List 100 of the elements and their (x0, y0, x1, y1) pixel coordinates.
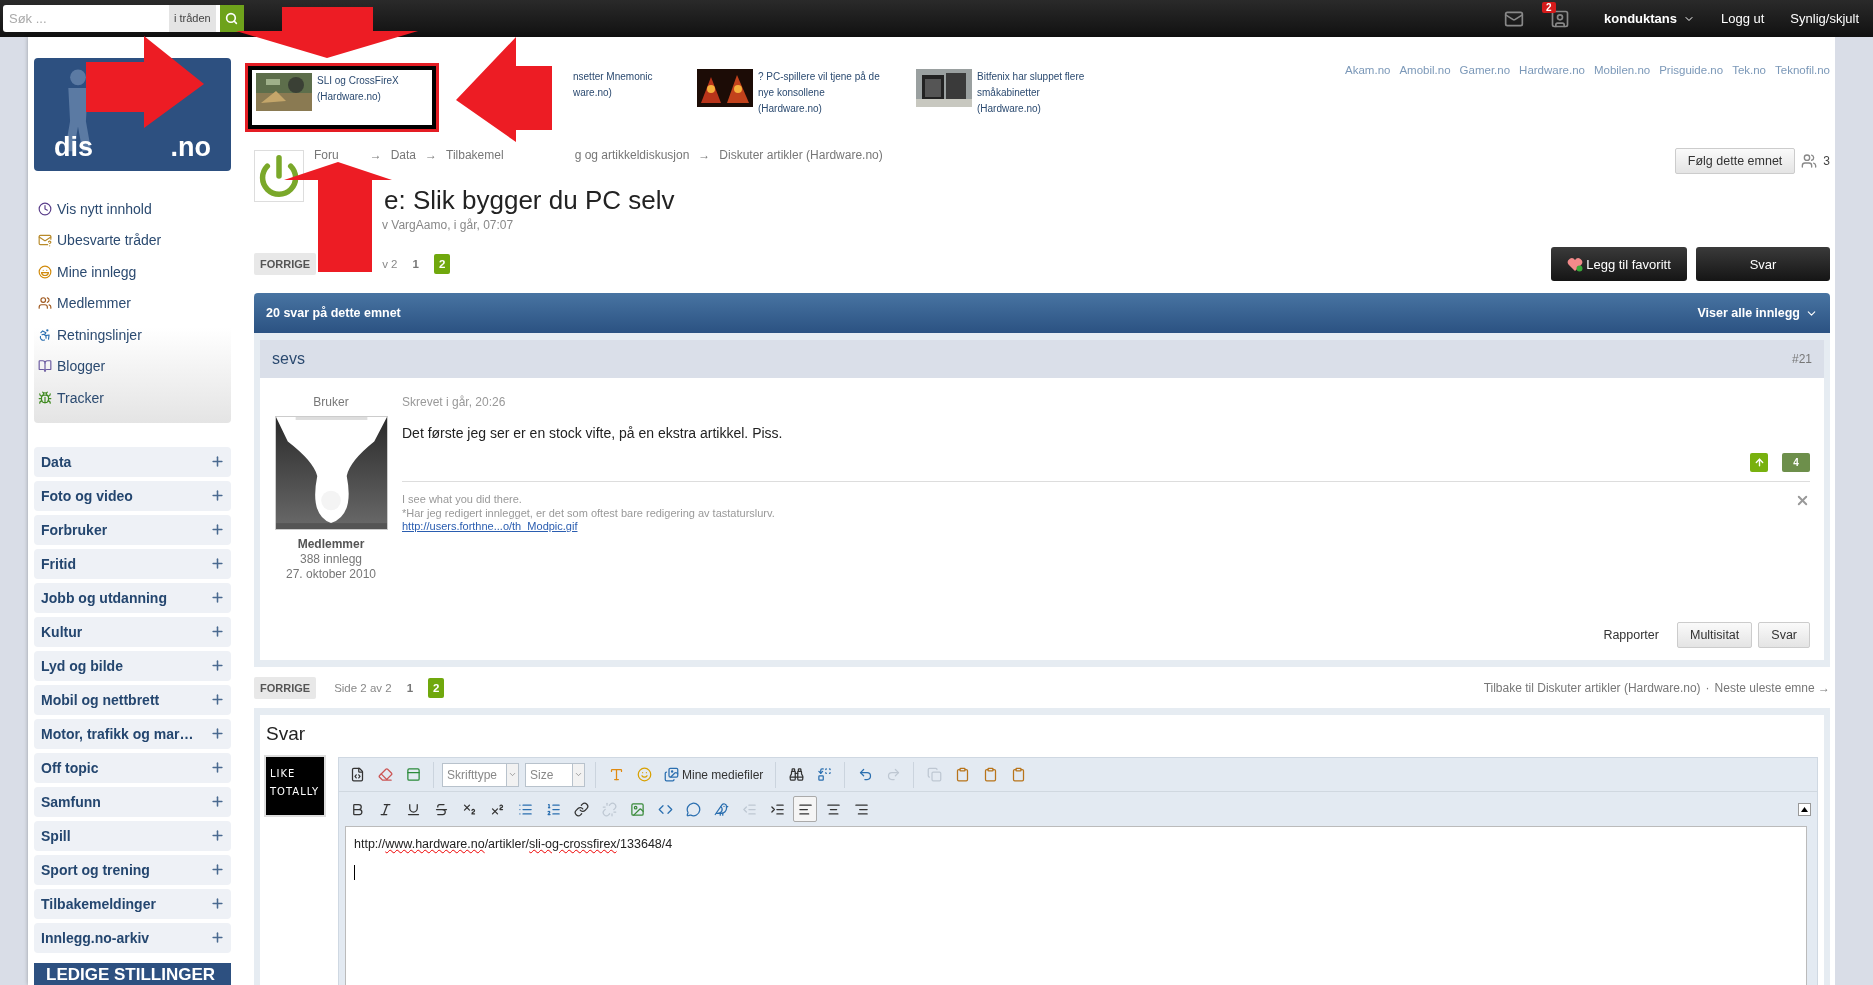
category-item[interactable]: Tilbakemeldinger (34, 888, 231, 919)
reply-button[interactable]: Svar (1696, 247, 1830, 281)
signature-link[interactable]: http://users.forthne...o/th_Modpic.gif (402, 520, 578, 534)
link-icon (573, 801, 589, 817)
redo-icon (885, 767, 901, 782)
book-icon (38, 359, 52, 374)
breadcrumb-separator: → (425, 148, 438, 162)
breadcrumb-link[interactable]: Foru (314, 148, 339, 162)
caret-icon (574, 770, 583, 779)
replace-icon (816, 767, 832, 782)
category-item[interactable]: Off topic (34, 752, 231, 783)
category-item[interactable]: Fritid (34, 548, 231, 579)
previous-link[interactable]: FORRIGE (254, 676, 317, 699)
category-item[interactable]: Data (34, 446, 231, 477)
plus-icon[interactable] (210, 522, 225, 537)
plus-icon[interactable] (210, 930, 225, 945)
notification-badge: 2 (1542, 1, 1556, 13)
text-color-icon (608, 767, 624, 782)
nav-link[interactable]: Blogger (38, 350, 231, 382)
category-item[interactable]: Spill (34, 820, 231, 851)
plus-icon[interactable] (210, 556, 225, 571)
ad-link[interactable]: SLI og CrossFireX (Hardware.no) (248, 66, 436, 129)
nav-link[interactable]: Tracker (38, 382, 231, 414)
triangle-icon (1801, 806, 1808, 812)
scope-button[interactable]: i tråden (169, 5, 220, 32)
page-label: v 2 (382, 258, 398, 270)
subscript-icon (461, 801, 477, 817)
nav-link[interactable]: Retningslinjer (38, 319, 231, 351)
heart-icon (1567, 256, 1584, 272)
favorite-button[interactable]: Legg til favoritt (1551, 247, 1687, 281)
plus-icon[interactable] (210, 624, 225, 639)
category-item[interactable]: Lyd og bilde (34, 650, 231, 681)
ad-link[interactable]: ? PC-spillere vil tjene på de nye konsollene (Hardware.no) (694, 66, 913, 129)
nav-link[interactable]: Medlemmer (38, 287, 231, 319)
align-left-button[interactable] (793, 796, 817, 822)
category-item[interactable]: Foto og video (34, 480, 231, 511)
reply-button[interactable]: Svar (1758, 622, 1810, 648)
category-item[interactable]: Kultur (34, 616, 231, 647)
smiley-icon (38, 264, 52, 279)
search-button[interactable] (219, 5, 244, 32)
editor-field[interactable]: http://www.hardware.no/artikler/sli-og-crossfirex/133648/4 (345, 826, 1807, 985)
plus-icon[interactable] (210, 658, 225, 673)
breadcrumb-link[interactable]: Tilbakemel (446, 148, 504, 162)
nav-link[interactable]: Vis nytt innhold (38, 193, 231, 225)
page-link[interactable]: 1 (407, 254, 424, 274)
italic-icon (377, 801, 393, 817)
breadcrumb-link[interactable]: Diskuter artikler (Hardware.no) (719, 148, 883, 162)
bird-icon (713, 801, 729, 817)
plus-icon[interactable] (210, 590, 225, 605)
plus-icon[interactable] (210, 692, 225, 707)
breadcrumb-link[interactable]: g og artikkeldiskusjon (574, 148, 690, 162)
avatar-text: LIKE TOTALLY (266, 757, 324, 815)
plus-icon[interactable] (210, 828, 225, 843)
nav-link[interactable]: Ubesvarte tråder (38, 224, 231, 256)
multiquote-button[interactable]: Multisitat (1676, 622, 1753, 648)
plus-icon[interactable] (210, 896, 225, 911)
size-select[interactable]: Size (525, 762, 585, 787)
plus-icon[interactable] (210, 794, 225, 809)
filter-menu[interactable]: Viser alle innlegg (1697, 306, 1818, 320)
close-icon[interactable] (1795, 493, 1810, 508)
plus-icon[interactable] (210, 454, 225, 469)
category-item[interactable]: Samfunn (34, 786, 231, 817)
user-menu[interactable]: konduktans (1604, 11, 1695, 26)
media-button[interactable]: Mine mediefiler (660, 767, 768, 782)
category-item[interactable]: Sport og trening (34, 854, 231, 885)
author-link[interactable]: sevs (272, 350, 305, 368)
nav-link[interactable]: Mine innlegg (38, 256, 231, 288)
top-link[interactable]: Synlig/skjult (1790, 11, 1859, 26)
category-item[interactable]: Mobil og nettbrett (34, 684, 231, 715)
category-item[interactable]: Forbruker (34, 514, 231, 545)
category-item[interactable]: Jobb og utdanning (34, 582, 231, 613)
source-icon (349, 767, 365, 782)
breadcrumb-link[interactable]: Data (390, 148, 417, 162)
plus-icon[interactable] (210, 862, 225, 877)
category-item[interactable]: Motor, trafikk og mar… (34, 718, 231, 749)
ad-link[interactable]: Bitfenix har sluppet flere småkabinetter (Hardware.no) (913, 66, 1153, 129)
replies-count: 20 svar på dette emnet (266, 306, 401, 320)
category-item[interactable]: Innlegg.no-arkiv (34, 922, 231, 953)
next-link[interactable]: Neste uleste emne → (1714, 680, 1830, 695)
jobs-banner[interactable]: LEDIGE STILLINGER (34, 962, 231, 985)
plus-icon[interactable] (210, 726, 225, 741)
search-field[interactable]: Søk ... (3, 5, 169, 32)
ad-link[interactable]: nsetter Mnemonic ware.no) (436, 66, 694, 129)
unlink-icon (601, 801, 617, 817)
collapse-button[interactable] (1798, 802, 1811, 816)
page-link[interactable]: 1 (401, 677, 419, 698)
plus-icon[interactable] (210, 760, 225, 775)
follow-button[interactable]: Følg dette emnet (1674, 148, 1796, 174)
report-link[interactable]: Rapporter (1603, 628, 1659, 642)
copy-icon (926, 767, 942, 782)
back-link[interactable]: Tilbake til Diskuter artikler (Hardware.no) (1483, 680, 1701, 695)
upvote-button[interactable] (1750, 453, 1768, 472)
search-icon (225, 12, 239, 25)
superscript-icon (489, 801, 505, 817)
top-link[interactable]: Logg ut (1721, 11, 1765, 26)
reply-title: Svar (266, 723, 307, 745)
previous-link[interactable]: FORRIGE (254, 253, 317, 275)
notification-icon[interactable] (1550, 8, 1570, 29)
font-select[interactable]: Skrifttype (442, 762, 519, 787)
plus-icon[interactable] (210, 488, 225, 503)
